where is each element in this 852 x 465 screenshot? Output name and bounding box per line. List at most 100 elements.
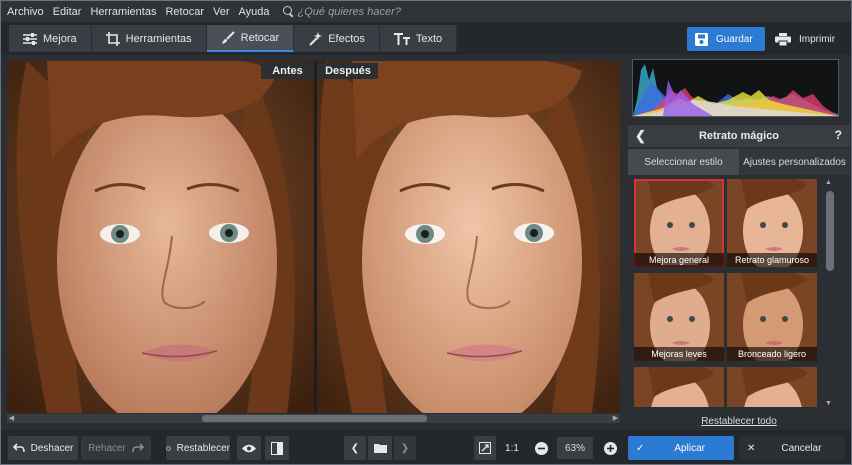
tab-select-style[interactable]: Seleccionar estilo — [628, 149, 739, 175]
style-thumb-6[interactable] — [727, 367, 817, 407]
save-button[interactable]: Guardar — [687, 27, 765, 51]
help-icon[interactable]: ? — [835, 128, 842, 142]
tab-herramientas-label: Herramientas — [125, 32, 192, 45]
search-icon — [282, 6, 294, 17]
menu-retocar[interactable]: Retocar — [165, 6, 204, 18]
style-label: Mejoras leves — [634, 347, 724, 361]
menu-bar: Archivo Editar Herramientas Retocar Ver … — [1, 1, 851, 22]
menu-ayuda[interactable]: Ayuda — [239, 6, 270, 18]
reset-label: Restablecer — [176, 442, 230, 454]
command-search[interactable]: ¿Qué quieres hacer? — [282, 5, 401, 18]
scrollbar-thumb[interactable] — [826, 191, 834, 271]
style-thumb-mejoras-leves[interactable]: Mejoras leves — [634, 273, 724, 361]
chevron-right-icon: ❯ — [400, 442, 410, 454]
folder-icon — [373, 444, 387, 453]
bottom-toolbar: Deshacer Rehacer Restablecer ❮ ❯ 1:1 63%… — [1, 430, 851, 464]
menu-ver[interactable]: Ver — [213, 6, 230, 18]
before-image — [7, 61, 314, 413]
menu-herramientas[interactable]: Herramientas — [90, 6, 156, 18]
scroll-right-icon[interactable]: ▶ — [612, 415, 619, 422]
zoom-level[interactable]: 63% — [557, 437, 593, 459]
compare-button[interactable] — [265, 436, 289, 460]
apply-label: Aplicar — [674, 442, 705, 454]
sliders-icon — [23, 32, 37, 45]
style-thumbnails: Mejora general Retrato glamuroso Mejoras… — [634, 179, 822, 407]
fit-to-screen-button[interactable] — [474, 436, 496, 460]
tab-efectos[interactable]: Efectos — [294, 25, 380, 52]
actual-size-label: 1:1 — [505, 442, 519, 454]
zoom-out-button[interactable] — [531, 436, 551, 460]
undo-icon — [12, 443, 25, 453]
split-view-icon — [271, 441, 283, 455]
scrollbar-thumb[interactable] — [202, 415, 427, 422]
fit-screen-icon — [479, 442, 491, 454]
tab-texto[interactable]: Texto — [379, 25, 458, 52]
chevron-left-icon: ❮ — [350, 442, 360, 454]
thumbnails-scrollbar[interactable]: ▲ ▼ — [824, 179, 836, 407]
menu-archivo[interactable]: Archivo — [7, 6, 44, 18]
actual-size-button[interactable]: 1:1 — [500, 436, 524, 460]
scroll-left-icon[interactable]: ◀ — [8, 415, 15, 422]
style-label: Mejora general — [634, 253, 724, 267]
tab-herramientas[interactable]: Herramientas — [91, 25, 207, 52]
style-label: Bronceado ligero — [727, 347, 817, 361]
undo-label: Deshacer — [30, 442, 74, 454]
next-image-button[interactable]: ❯ — [394, 436, 416, 460]
style-thumb-mejora-general[interactable]: Mejora general — [634, 179, 724, 267]
reset-all-link[interactable]: Restablecer todo — [628, 416, 850, 427]
reset-button[interactable]: Restablecer — [166, 436, 230, 460]
style-thumb-5[interactable] — [634, 367, 724, 407]
floppy-icon — [695, 32, 708, 46]
scroll-up-icon[interactable]: ▲ — [825, 179, 832, 186]
tab-retocar[interactable]: Retocar — [206, 25, 295, 52]
reset-icon — [166, 445, 171, 451]
cancel-label: Cancelar — [781, 442, 822, 454]
apply-button[interactable]: ✓ Aplicar — [628, 436, 734, 460]
close-icon: ✕ — [747, 442, 756, 454]
cancel-button[interactable]: ✕ Cancelar — [739, 436, 845, 460]
zoom-out-icon — [534, 441, 548, 455]
style-subtabs: Seleccionar estilo Ajustes personalizado… — [628, 149, 850, 175]
previous-image-button[interactable]: ❮ — [344, 436, 366, 460]
crop-icon — [105, 31, 120, 46]
tab-efectos-label: Efectos — [328, 32, 365, 45]
chevron-left-icon[interactable]: ❮ — [635, 128, 646, 144]
tab-custom-settings[interactable]: Ajustes personalizados — [739, 149, 850, 175]
text-icon — [393, 32, 410, 45]
tab-texto-label: Texto — [415, 32, 443, 45]
eye-icon — [242, 444, 256, 452]
scroll-down-icon[interactable]: ▼ — [825, 400, 832, 407]
redo-icon — [132, 443, 144, 453]
tab-retocar-label: Retocar — [240, 31, 280, 44]
style-thumb-retrato-glamuroso[interactable]: Retrato glamuroso — [727, 179, 817, 267]
print-label: Imprimir — [799, 33, 836, 45]
right-panel: ❮ Retrato mágico ? Seleccionar estilo Aj… — [628, 55, 850, 427]
printer-icon — [775, 32, 791, 46]
open-folder-button[interactable] — [368, 436, 392, 460]
save-label: Guardar — [716, 33, 753, 45]
after-image — [317, 61, 620, 413]
mode-tabs: Mejora Herramientas Retocar Efectos Text… — [9, 25, 458, 52]
panel-title: Retrato mágico — [698, 130, 780, 142]
tab-mejora-label: Mejora — [43, 32, 77, 45]
redo-label: Rehacer — [88, 442, 126, 454]
zoom-in-button[interactable] — [600, 436, 620, 460]
histogram — [632, 59, 839, 117]
panel-header: ❮ Retrato mágico ? — [628, 125, 850, 147]
brush-icon — [221, 30, 235, 44]
search-placeholder: ¿Qué quieres hacer? — [297, 5, 401, 18]
tab-mejora[interactable]: Mejora — [9, 25, 92, 52]
print-button[interactable]: Imprimir — [769, 27, 847, 51]
menu-editar[interactable]: Editar — [53, 6, 82, 18]
preview-button[interactable] — [237, 436, 261, 460]
zoom-in-icon — [603, 441, 617, 455]
check-icon: ✓ — [636, 442, 645, 454]
image-viewer[interactable]: Antes Después — [7, 61, 620, 413]
style-label: Retrato glamuroso — [727, 253, 817, 267]
style-thumb-bronceado-ligero[interactable]: Bronceado ligero — [727, 273, 817, 361]
horizontal-scrollbar[interactable]: ◀ ▶ — [7, 414, 620, 423]
redo-button[interactable]: Rehacer — [81, 436, 151, 460]
before-label: Antes — [261, 63, 314, 79]
undo-button[interactable]: Deshacer — [8, 436, 78, 460]
after-label: Después — [318, 63, 378, 79]
